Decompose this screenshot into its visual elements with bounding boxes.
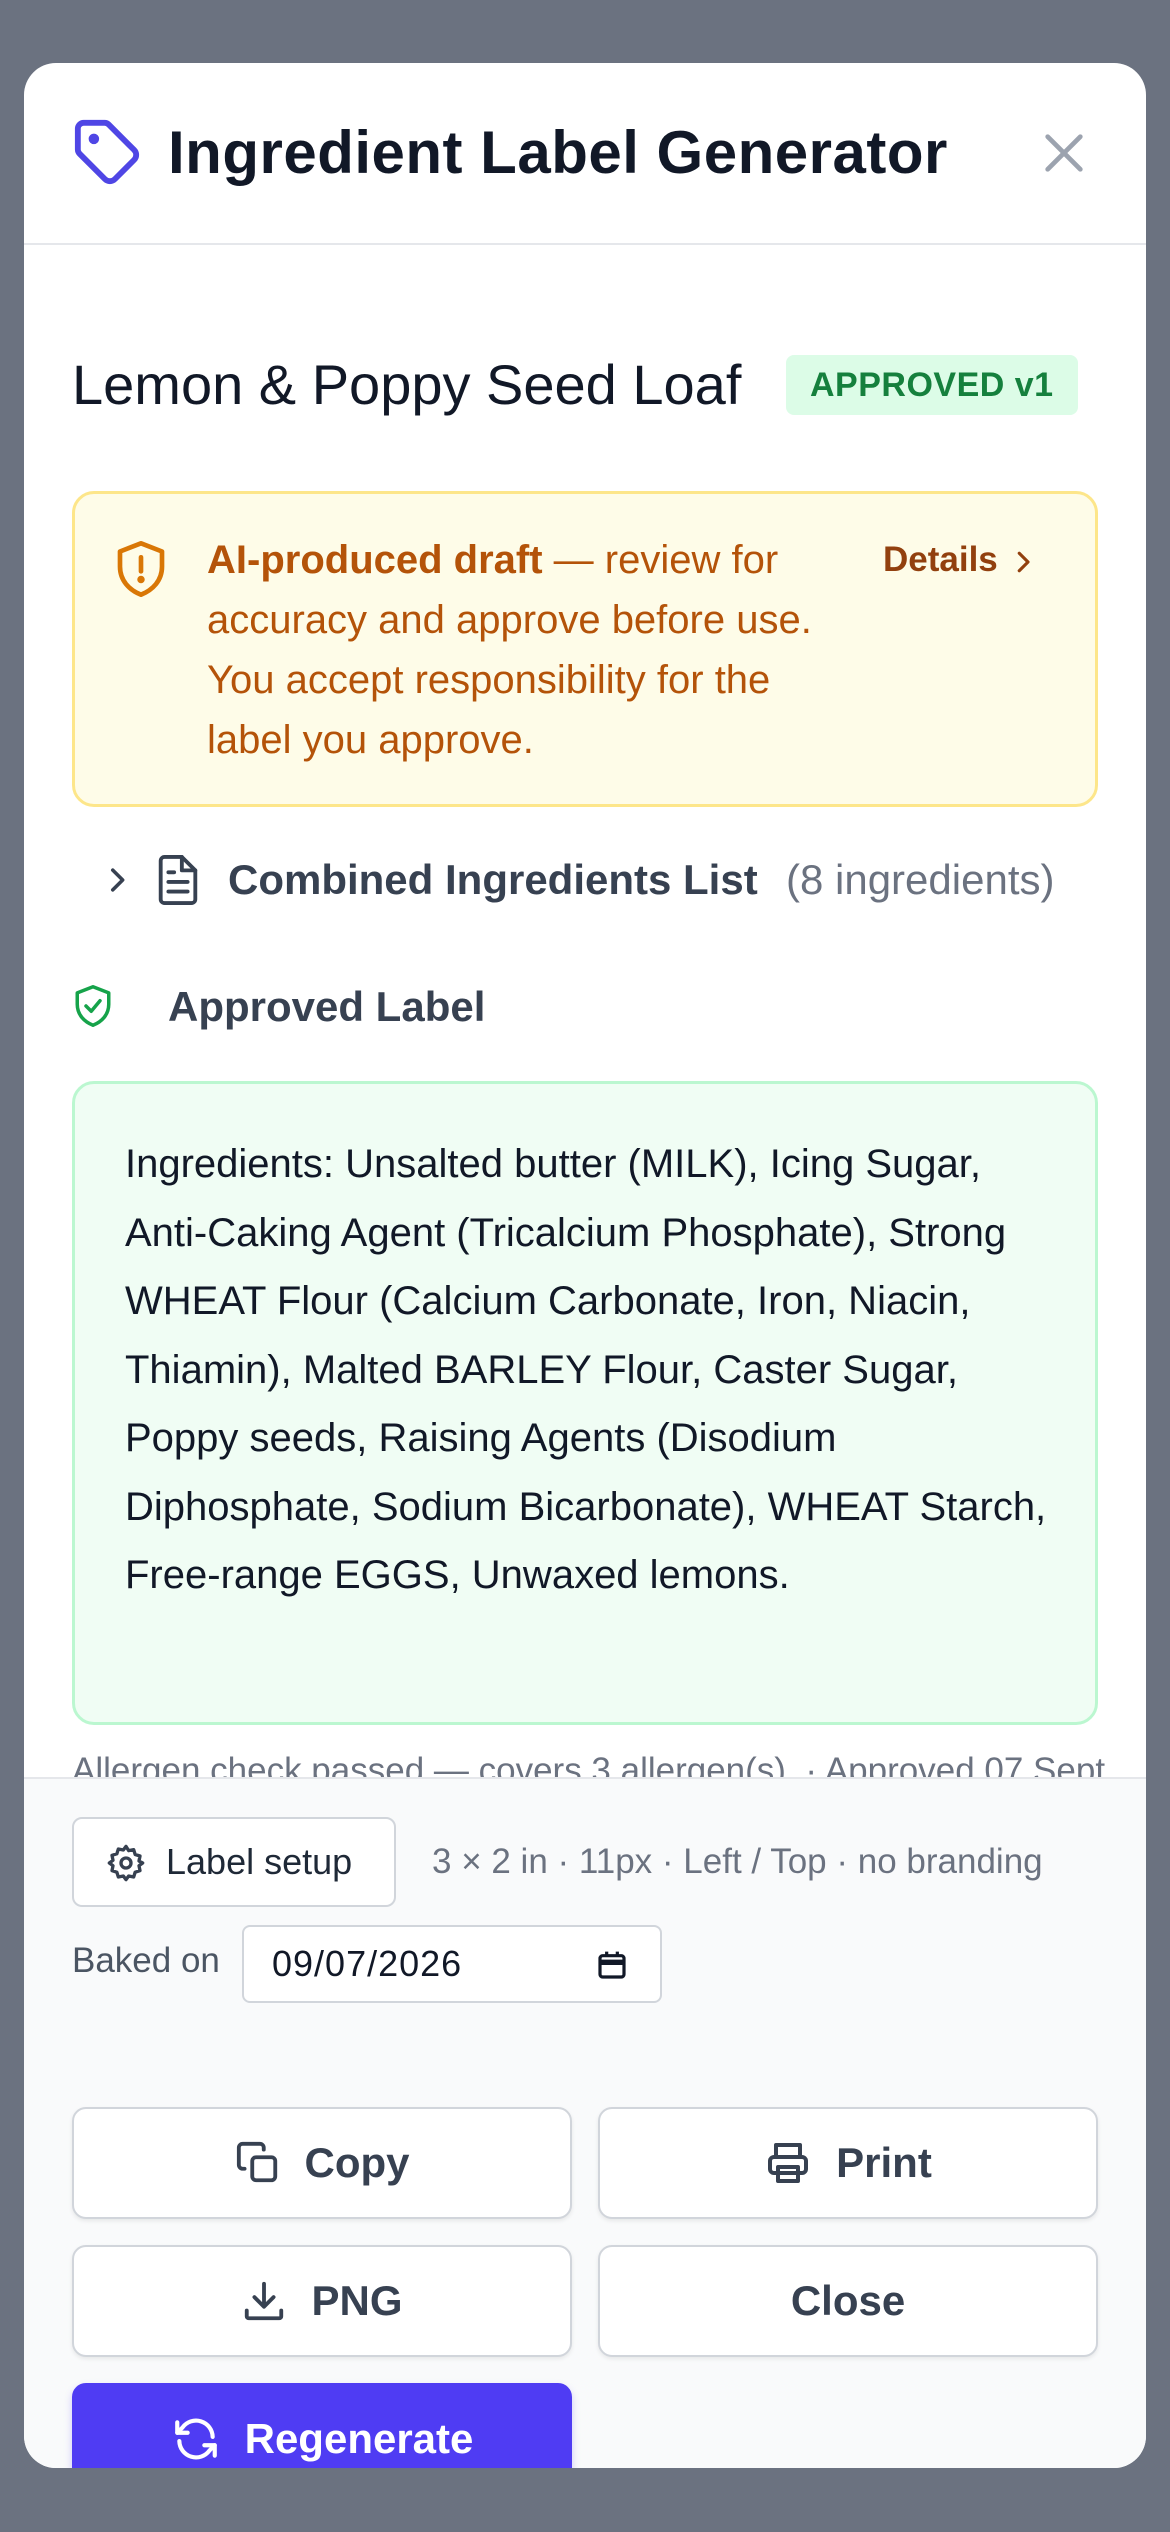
approved-label-title: Approved Label bbox=[168, 983, 486, 1030]
chevron-right-icon bbox=[1017, 551, 1030, 573]
close-icon[interactable] bbox=[1036, 125, 1092, 181]
tag-icon bbox=[74, 119, 140, 185]
label-setup-button[interactable]: Label setup bbox=[72, 1817, 396, 1907]
print-button[interactable]: Print bbox=[598, 2107, 1098, 2219]
combined-list-label: Combined Ingredients List bbox=[228, 856, 758, 903]
print-label: Print bbox=[836, 2139, 932, 2186]
notice-bold: AI-produced draft bbox=[207, 538, 543, 582]
gear-icon bbox=[107, 1844, 145, 1882]
recipe-name: Lemon & Poppy Seed Loaf bbox=[72, 353, 742, 416]
baked-on-value: 09/07/2026 bbox=[272, 1943, 463, 1984]
document-icon bbox=[158, 855, 198, 905]
dialog-title: Ingredient Label Generator bbox=[168, 119, 948, 186]
ai-draft-notice: AI-produced draft — review for accuracy … bbox=[72, 491, 1098, 807]
download-icon bbox=[245, 2281, 284, 2321]
label-generator-dialog: Ingredient Label Generator Lemon & Poppy… bbox=[24, 63, 1146, 2468]
chevron-right-icon bbox=[110, 868, 125, 892]
close-button[interactable]: Close bbox=[598, 2245, 1098, 2357]
dialog-body[interactable]: Lemon & Poppy Seed Loaf APPROVED v1 AI-p… bbox=[24, 247, 1146, 1777]
details-link[interactable]: Details bbox=[883, 530, 1038, 590]
regenerate-button[interactable]: Regenerate bbox=[72, 2383, 572, 2468]
dialog-header: Ingredient Label Generator bbox=[24, 63, 1146, 245]
label-setup-text: Label setup bbox=[166, 1841, 353, 1882]
copy-label: Copy bbox=[304, 2139, 410, 2186]
approval-meta: Allergen check passed — covers 3 allerge… bbox=[72, 1751, 1106, 1777]
combined-ingredients-toggle[interactable]: Combined Ingredients List (8 ingredients… bbox=[72, 835, 1102, 925]
printer-icon bbox=[768, 2143, 809, 2183]
shield-alert-icon bbox=[117, 540, 165, 597]
label-text: Ingredients: Unsalted butter (MILK), Ici… bbox=[125, 1142, 1047, 1597]
baked-on-date-input[interactable]: 09/07/2026 bbox=[242, 1925, 662, 2003]
details-label: Details bbox=[883, 540, 998, 579]
copy-icon bbox=[236, 2141, 277, 2183]
approved-label-box: Ingredients: Unsalted butter (MILK), Ici… bbox=[72, 1081, 1098, 1725]
close-label: Close bbox=[790, 2277, 906, 2324]
setup-summary: 3 × 2 in · 11px · Left / Top · no brandi… bbox=[432, 1842, 1043, 1881]
calendar-icon bbox=[598, 1951, 626, 1979]
notice-text: AI-produced draft — review for accuracy … bbox=[207, 530, 847, 770]
status-badge: APPROVED v1 bbox=[786, 355, 1078, 415]
shield-check-icon bbox=[75, 985, 111, 1027]
regenerate-label: Regenerate bbox=[244, 2415, 474, 2462]
copy-button[interactable]: Copy bbox=[72, 2107, 572, 2219]
ingredient-count: (8 ingredients) bbox=[786, 856, 1055, 903]
png-download-button[interactable]: PNG bbox=[72, 2245, 572, 2357]
baked-on-label: Baked on bbox=[72, 1941, 220, 1980]
refresh-icon bbox=[174, 2418, 217, 2460]
dialog-footer: Label setup 3 × 2 in · 11px · Left / Top… bbox=[24, 1777, 1146, 2468]
png-label: PNG bbox=[311, 2277, 403, 2324]
